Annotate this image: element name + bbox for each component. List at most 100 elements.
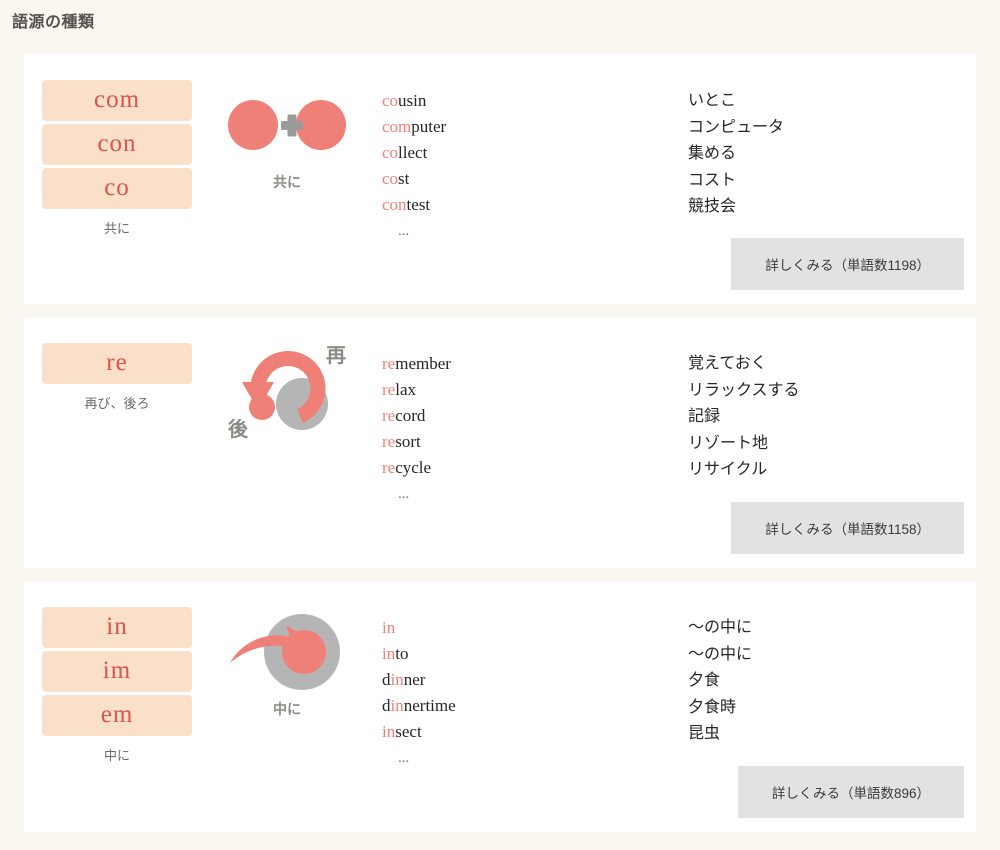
prefix-tag[interactable]: re (42, 343, 192, 384)
word-entry: recycle (382, 455, 682, 481)
word-entry: relax (382, 377, 682, 403)
word-entry: collect (382, 140, 682, 166)
word-list-ellipsis: ... (398, 750, 410, 766)
word-prefix: in (382, 722, 396, 741)
meaning-entry: コスト (688, 171, 737, 189)
word-list: cousin computer collect cost contest ... (382, 80, 682, 244)
svg-text:後: 後 (228, 417, 249, 440)
meaning-entry: リサイクル (688, 461, 768, 478)
word-pre: d (382, 670, 391, 689)
word-rest: llect (398, 143, 428, 162)
word-prefix: in (390, 696, 404, 715)
word-prefix: re (382, 354, 396, 373)
word-list-ellipsis: ... (398, 223, 410, 239)
two-circles-plus-icon (227, 84, 347, 166)
meaning-entry: 記録 (688, 408, 721, 425)
word-entry: remember (382, 351, 682, 377)
prefix-icon-block: 再 後 (192, 343, 382, 440)
word-entry: computer (382, 114, 682, 140)
meaning-entry: 〜の中に (688, 645, 753, 663)
meaning-list: いとこ コンピュータ 集める コスト 競技会 (682, 80, 976, 221)
word-prefix: re (382, 458, 396, 477)
prefix-card-list: com con co 共に 共に cousin computer collect… (24, 54, 976, 845)
word-prefix: re (382, 406, 396, 425)
meaning-entry: 〜の中に (688, 619, 753, 636)
meaning-entry: いとこ (688, 92, 737, 109)
word-prefix: con (382, 195, 407, 214)
prefix-tag[interactable]: con (42, 124, 192, 165)
page-title: 語源の種類 (12, 14, 95, 31)
word-prefix: in (390, 670, 404, 689)
word-entry: into (382, 641, 682, 667)
meaning-list: 〜の中に 〜の中に 夕食 夕食時 昆虫 (682, 607, 976, 748)
prefix-tag[interactable]: co (42, 168, 192, 209)
circular-arrow-back-icon: 再 後 (222, 345, 352, 440)
word-prefix: re (382, 380, 396, 399)
prefix-tag[interactable]: em (42, 695, 192, 736)
prefix-card: in im em 中に 中に in into dinner dinnertime… (24, 581, 976, 832)
word-rest: to (395, 644, 409, 663)
word-rest: lax (395, 380, 416, 399)
word-prefix: re (382, 432, 396, 451)
meaning-entry: 昆虫 (688, 725, 721, 742)
word-rest: test (406, 195, 431, 214)
prefix-card: re 再び、後ろ 再 後 remember relax record resor… (24, 317, 976, 568)
word-prefix: in (382, 618, 396, 637)
arrow-into-circle-icon (222, 611, 352, 693)
word-list: remember relax record resort recycle ... (382, 343, 682, 507)
prefix-tag-group: in im em 中に (24, 607, 192, 764)
word-entry: dinner (382, 667, 682, 693)
word-rest: nertime (403, 696, 456, 715)
prefix-meaning-label: 共に (103, 221, 130, 236)
prefix-tag[interactable]: com (42, 80, 192, 121)
meaning-entry: 夕食 (688, 672, 721, 689)
meaning-entry: 夕食時 (688, 698, 737, 716)
word-rest: usin (398, 91, 427, 110)
card-footer: 詳しくみる（単語数1158） (731, 502, 976, 568)
prefix-tag-group: com con co 共に (24, 80, 192, 237)
word-rest: cord (395, 406, 426, 425)
view-details-button[interactable]: 詳しくみる（単語数896） (737, 766, 964, 818)
meaning-entry: 競技会 (688, 198, 737, 215)
etymology-types-page: 語源の種類 com con co 共に 共に cousin computer c… (0, 0, 1000, 850)
prefix-tag[interactable]: im (42, 651, 192, 692)
view-details-button[interactable]: 詳しくみる（単語数1198） (731, 238, 964, 290)
word-rest: sort (395, 432, 421, 451)
meaning-entry: リラックスする (688, 381, 800, 399)
word-entry: cost (382, 166, 682, 192)
word-prefix: in (382, 644, 396, 663)
prefix-tag-group: re 再び、後ろ (24, 343, 192, 412)
word-entry: dinnertime (382, 693, 682, 719)
card-footer: 詳しくみる（単語数896） (737, 766, 976, 832)
meaning-entry: 覚えておく (688, 355, 767, 372)
word-prefix: co (382, 169, 399, 188)
svg-text:再: 再 (326, 345, 346, 367)
prefix-card: com con co 共に 共に cousin computer collect… (24, 54, 976, 304)
word-prefix: com (382, 117, 412, 136)
meaning-entry: リゾート地 (688, 434, 769, 452)
meaning-list: 覚えておく リラックスする 記録 リゾート地 リサイクル (682, 343, 976, 484)
word-prefix: co (382, 143, 399, 162)
prefix-icon-block: 共に (192, 80, 382, 192)
word-rest: ner (403, 670, 426, 689)
prefix-meaning-label: 中に (103, 748, 130, 763)
icon-caption: 共に (273, 174, 301, 190)
word-prefix: co (382, 91, 399, 110)
word-entry: contest (382, 192, 682, 218)
word-rest: member (395, 354, 451, 373)
view-details-button[interactable]: 詳しくみる（単語数1158） (731, 502, 964, 554)
word-entry: resort (382, 429, 682, 455)
word-rest: cycle (395, 458, 432, 477)
word-pre: d (382, 696, 391, 715)
prefix-tag[interactable]: in (42, 607, 192, 648)
word-entry: record (382, 403, 682, 429)
word-rest: sect (395, 722, 422, 741)
meaning-entry: 集める (688, 145, 737, 162)
icon-caption: 中に (273, 701, 301, 717)
word-entry: insect (382, 719, 682, 745)
word-entry: cousin (382, 88, 682, 114)
card-footer: 詳しくみる（単語数1198） (731, 238, 976, 304)
word-list-ellipsis: ... (398, 486, 410, 502)
meaning-entry: コンピュータ (688, 118, 785, 136)
word-list: in into dinner dinnertime insect ... (382, 607, 682, 771)
